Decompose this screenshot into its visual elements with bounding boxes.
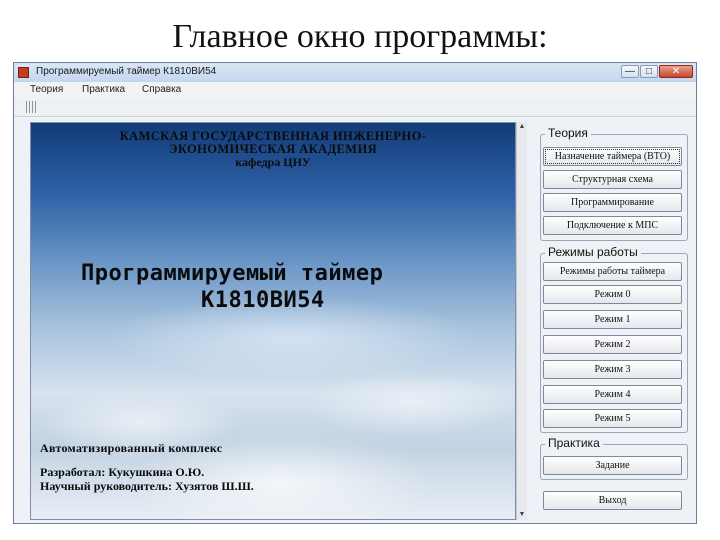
- mps-connection-button[interactable]: Подключение к МПС: [543, 216, 682, 235]
- slide-title: Главное окно программы:: [172, 18, 548, 55]
- heading-line-2: К1810ВИ54: [201, 288, 325, 313]
- timer-purpose-button[interactable]: Назначение таймера (ВТО): [543, 147, 682, 166]
- practice-group-legend: Практика: [545, 436, 603, 450]
- modes-group-legend: Режимы работы: [545, 245, 641, 259]
- supervisor-caption: Научный руководитель: Хузятов Ш.Ш.: [40, 479, 254, 493]
- menu-theory[interactable]: Теория: [30, 84, 63, 95]
- window-title: Программируемый таймер К1810ВИ54: [36, 66, 217, 77]
- menu-help[interactable]: Справка: [142, 84, 181, 95]
- toolbar-grip-icon[interactable]: [26, 101, 38, 113]
- mode-5-button[interactable]: Режим 5: [543, 409, 682, 428]
- programming-button[interactable]: Программирование: [543, 193, 682, 212]
- scroll-up-arrow-icon[interactable]: ▲: [517, 122, 527, 132]
- title-bar[interactable]: Программируемый таймер К1810ВИ54 — □ ✕: [14, 63, 696, 83]
- block-diagram-button[interactable]: Структурная схема: [543, 170, 682, 189]
- mode-4-button[interactable]: Режим 4: [543, 385, 682, 404]
- minimize-button[interactable]: —: [621, 65, 639, 78]
- timer-modes-button[interactable]: Режимы работы таймера: [543, 262, 682, 281]
- app-icon: [18, 67, 29, 78]
- mode-3-button[interactable]: Режим 3: [543, 360, 682, 379]
- mode-1-button[interactable]: Режим 1: [543, 310, 682, 329]
- author-caption: Разработал: Кукушкина О.Ю.: [40, 465, 205, 479]
- app-window: Программируемый таймер К1810ВИ54 — □ ✕ Т…: [13, 62, 697, 524]
- theory-group-legend: Теория: [545, 126, 591, 140]
- heading-line-1: Программируемый таймер: [81, 261, 384, 286]
- complex-caption: Автоматизированный комплекс: [40, 441, 223, 455]
- vertical-scrollbar[interactable]: ▲ ▼: [516, 122, 527, 520]
- toolbar: [14, 98, 696, 117]
- menu-bar: Теория Практика Справка: [14, 82, 696, 99]
- title-image: КАМСКАЯ ГОСУДАРСТВЕННАЯ ИНЖЕНЕРНО- ЭКОНО…: [30, 122, 516, 520]
- task-button[interactable]: Задание: [543, 456, 682, 475]
- department-line: кафедра ЦНУ: [235, 155, 311, 169]
- menu-practice[interactable]: Практика: [82, 84, 125, 95]
- exit-button[interactable]: Выход: [543, 491, 682, 510]
- maximize-button[interactable]: □: [640, 65, 658, 78]
- mode-0-button[interactable]: Режим 0: [543, 285, 682, 304]
- mode-2-button[interactable]: Режим 2: [543, 335, 682, 354]
- close-button[interactable]: ✕: [659, 65, 693, 78]
- scroll-down-arrow-icon[interactable]: ▼: [517, 510, 527, 520]
